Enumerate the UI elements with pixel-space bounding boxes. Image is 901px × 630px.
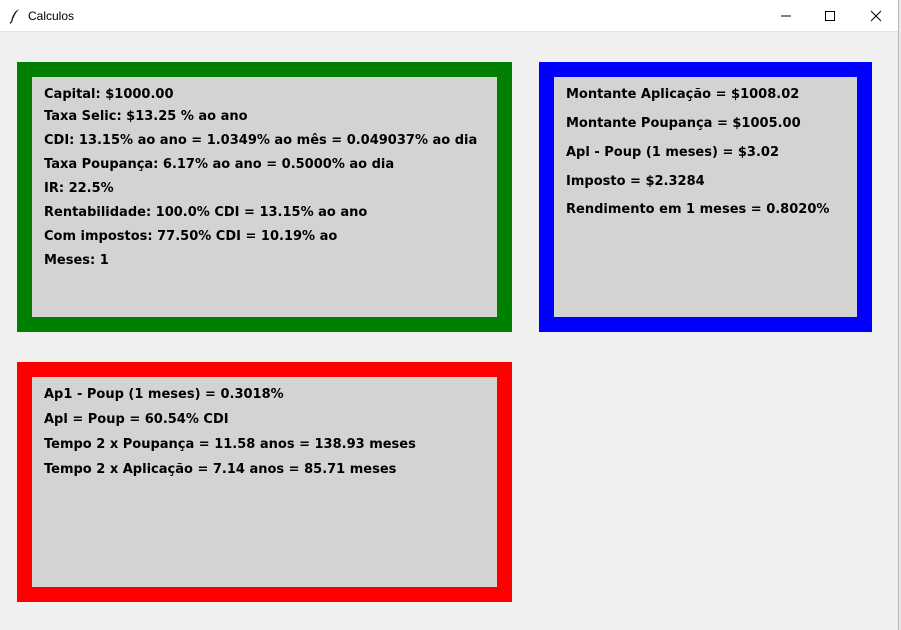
cdi-label: CDI: 13.15% ao ano = 1.0349% ao mês = 0.… [44, 133, 478, 148]
poupanca-rate-label: Taxa Poupança: 6.17% ao ano = 0.5000% ao… [44, 157, 395, 172]
close-icon [870, 10, 882, 21]
minimize-button[interactable] [763, 0, 809, 31]
ap1-poup-percent-label: Ap1 - Poup (1 meses) = 0.3018% [44, 387, 284, 402]
tempo-poupanca-label: Tempo 2 x Poupança = 11.58 anos = 138.93… [44, 437, 416, 452]
rendimento-label: Rendimento em 1 meses = 0.8020% [566, 202, 830, 217]
rentabilidade-label: Rentabilidade: 100.0% CDI = 13.15% ao an… [44, 205, 368, 220]
meses-label: Meses: 1 [44, 253, 109, 268]
apl-equals-poup-label: Apl = Poup = 60.54% CDI [44, 412, 229, 427]
app-window: Calculos Capital: $1000.00 Taxa Selic: $… [0, 0, 899, 630]
tempo-aplicacao-label: Tempo 2 x Aplicação = 7.14 anos = 85.71 … [44, 462, 397, 477]
imposto-label: Imposto = $2.3284 [566, 174, 705, 189]
comparison-panel: Ap1 - Poup (1 meses) = 0.3018% Apl = Pou… [17, 362, 512, 602]
maximize-icon [825, 10, 835, 21]
minimize-icon [781, 15, 791, 16]
montante-poupanca-label: Montante Poupança = $1005.00 [566, 116, 801, 131]
results-panel: Montante Aplicação = $1008.02 Montante P… [539, 62, 872, 332]
ir-label: IR: 22.5% [44, 181, 114, 196]
inputs-panel: Capital: $1000.00 Taxa Selic: $13.25 % a… [17, 62, 512, 332]
maximize-button[interactable] [807, 0, 853, 31]
capital-label: Capital: $1000.00 [44, 87, 174, 102]
com-impostos-label: Com impostos: 77.50% CDI = 10.19% ao [44, 229, 338, 244]
close-button[interactable] [853, 0, 899, 31]
apl-poup-difference-label: Apl - Poup (1 meses) = $3.02 [566, 145, 779, 160]
title-bar[interactable]: Calculos [0, 0, 898, 32]
selic-label: Taxa Selic: $13.25 % ao ano [44, 109, 248, 124]
montante-aplicacao-label: Montante Aplicação = $1008.02 [566, 87, 800, 102]
window-title: Calculos [28, 9, 75, 23]
feather-icon [9, 9, 19, 24]
